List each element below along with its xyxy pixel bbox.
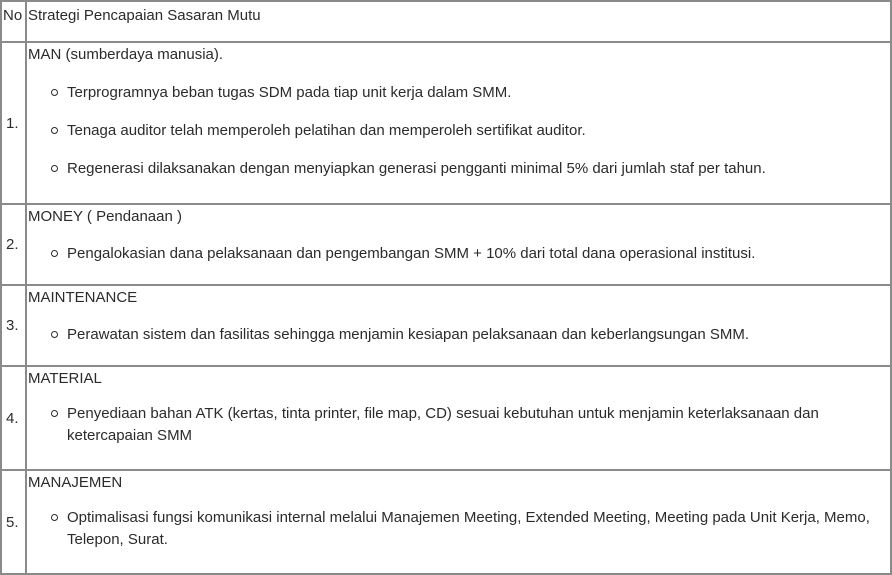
list-item-text: Tenaga auditor telah memperoleh pelatiha… — [67, 122, 586, 139]
list-item-text: Penyediaan bahan ATK (kertas, tinta prin… — [67, 405, 819, 444]
row-number: 3. — [0, 284, 27, 367]
table-header-row: No Strategi Pencapaian Sasaran Mutu — [0, 0, 892, 43]
strategy-list: Optimalisasi fungsi komunikasi internal … — [27, 507, 890, 551]
table-row: 4. MATERIAL Penyediaan bahan ATK (kertas… — [0, 365, 892, 471]
category-label: MONEY ( Pendanaan ) — [28, 208, 182, 225]
category-label: MATERIAL — [28, 370, 102, 387]
circle-bullet-icon — [51, 89, 58, 96]
row-number: 5. — [0, 469, 27, 575]
strategy-list: Perawatan sistem dan fasilitas sehingga … — [27, 324, 890, 346]
category-label: MANAJEMEN — [28, 474, 123, 491]
row-content: MAINTENANCE Perawatan sistem dan fasilit… — [25, 284, 892, 367]
list-item-text: Pengalokasian dana pelaksanaan dan penge… — [67, 245, 756, 262]
circle-bullet-icon — [51, 165, 58, 172]
row-content: MATERIAL Penyediaan bahan ATK (kertas, t… — [25, 365, 892, 471]
list-item-text: Regenerasi dilaksanakan dengan menyiapka… — [67, 160, 766, 177]
table-row: 1. MAN (sumberdaya manusia). Terprogramn… — [0, 41, 892, 205]
circle-bullet-icon — [51, 410, 58, 417]
strategy-list: Pengalokasian dana pelaksanaan dan penge… — [27, 243, 890, 265]
row-number: 4. — [0, 365, 27, 471]
list-item: Perawatan sistem dan fasilitas sehingga … — [51, 324, 890, 346]
row-number: 1. — [0, 41, 27, 205]
table-row: 3. MAINTENANCE Perawatan sistem dan fasi… — [0, 284, 892, 367]
list-item: Penyediaan bahan ATK (kertas, tinta prin… — [51, 403, 890, 447]
strategy-table: No Strategi Pencapaian Sasaran Mutu 1. M… — [0, 0, 892, 575]
category-label: MAN (sumberdaya manusia). — [28, 46, 224, 63]
strategy-list: Penyediaan bahan ATK (kertas, tinta prin… — [27, 403, 890, 447]
category-label: MAINTENANCE — [28, 289, 138, 306]
circle-bullet-icon — [51, 514, 58, 521]
list-item: Pengalokasian dana pelaksanaan dan penge… — [51, 243, 890, 265]
list-item-text: Perawatan sistem dan fasilitas sehingga … — [67, 326, 750, 343]
list-item: Regenerasi dilaksanakan dengan menyiapka… — [51, 158, 890, 180]
list-item-text: Optimalisasi fungsi komunikasi internal … — [67, 509, 870, 548]
row-content: MAN (sumberdaya manusia). Terprogramnya … — [25, 41, 892, 205]
list-item-text: Terprogramnya beban tugas SDM pada tiap … — [67, 84, 512, 101]
row-content: MANAJEMEN Optimalisasi fungsi komunikasi… — [25, 469, 892, 575]
list-item: Tenaga auditor telah memperoleh pelatiha… — [51, 120, 890, 142]
table-row: 5. MANAJEMEN Optimalisasi fungsi komunik… — [0, 469, 892, 575]
header-strategy: Strategi Pencapaian Sasaran Mutu — [25, 0, 892, 43]
list-item: Optimalisasi fungsi komunikasi internal … — [51, 507, 890, 551]
circle-bullet-icon — [51, 250, 58, 257]
table-row: 2. MONEY ( Pendanaan ) Pengalokasian dan… — [0, 203, 892, 286]
circle-bullet-icon — [51, 331, 58, 338]
header-no: No — [0, 0, 27, 43]
list-item: Terprogramnya beban tugas SDM pada tiap … — [51, 82, 890, 104]
strategy-list: Terprogramnya beban tugas SDM pada tiap … — [27, 82, 890, 180]
row-content: MONEY ( Pendanaan ) Pengalokasian dana p… — [25, 203, 892, 286]
row-number: 2. — [0, 203, 27, 286]
circle-bullet-icon — [51, 127, 58, 134]
